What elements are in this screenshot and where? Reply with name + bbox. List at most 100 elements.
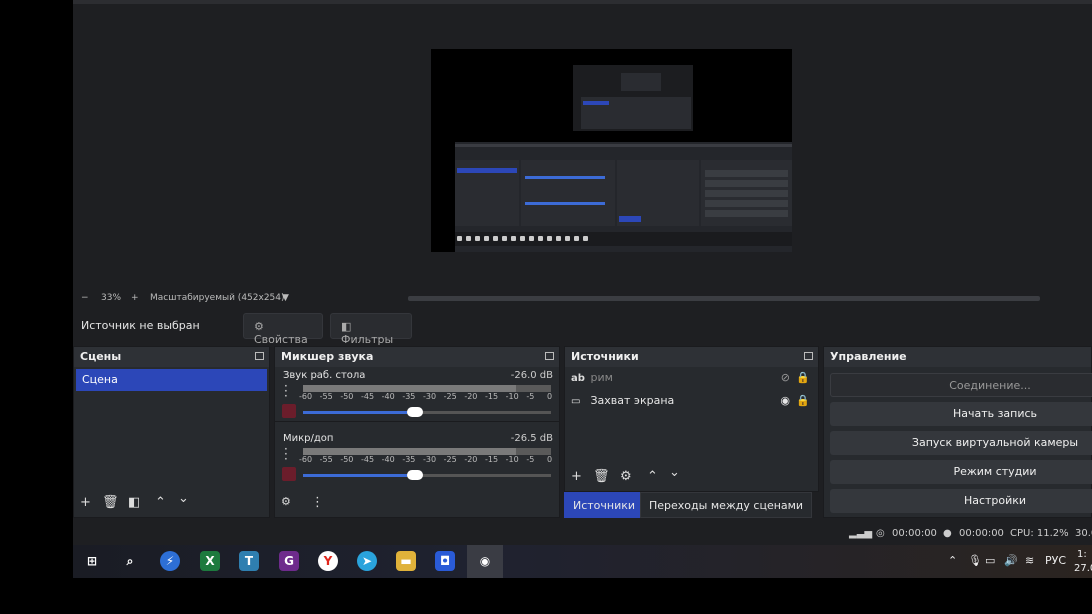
scale-tick: -60 [299,455,313,464]
volume-slider[interactable] [303,470,551,480]
windows-start-icon[interactable]: ⊞ [82,551,102,571]
stream-time: 00:00:00 [892,528,937,539]
volume-meter [303,385,551,392]
volume-meter [303,448,551,455]
dock-float-icon[interactable] [255,352,264,360]
microphone-icon[interactable]: 🎙 [968,554,982,567]
preview-scrollbar[interactable] [408,296,1040,301]
zoom-out-button[interactable]: − [81,293,89,303]
connect-button[interactable]: Соединение... [830,373,1092,397]
chevron-up-icon[interactable]: ⌃ [155,495,166,510]
scale-tick: -10 [505,455,519,464]
telegram-icon[interactable]: ➤ [357,551,377,571]
volume-icon[interactable]: 🔊 [1004,554,1018,567]
channel-menu-icon[interactable]: · · · [284,380,288,402]
settings-button[interactable]: Настройки [830,489,1092,513]
speaker-muted-icon[interactable] [282,467,296,481]
eye-off-icon[interactable]: ⊘ [781,371,790,384]
lock-icon[interactable]: 🔒 [796,371,810,384]
record-icon: ● [943,528,952,539]
start-recording-button[interactable]: Начать запись [830,402,1092,426]
mixer-menu-icon[interactable]: ⋮ [311,495,324,510]
scale-tick: -5 [526,392,535,401]
excel-icon[interactable]: X [200,551,220,571]
obs-window: − 33% + Масштабируемый (452x254) ▼ Источ… [73,0,1092,578]
studio-mode-button[interactable]: Режим студии [830,460,1092,484]
clock-date[interactable]: 27.0 [1074,563,1092,574]
filter-icon: ◧ [341,320,352,333]
add-source-icon[interactable]: + [571,469,582,484]
chevron-down-icon[interactable]: ⌄ [669,465,680,480]
preview-area[interactable] [73,0,1092,292]
scale-tick: -50 [340,392,354,401]
scene-filter-icon[interactable]: ◧ [128,495,140,510]
search-icon[interactable]: ⌕ [120,551,140,571]
fps-value: 30.0 [1075,528,1092,539]
zoom-in-button[interactable]: + [131,293,139,303]
nested-preview-top [573,65,693,131]
nested-preview [455,142,792,252]
mixer-channel-mic: Микр/доп -26.5 dB · · · -60 -55 -50 -45 -40 -35… [275,430,559,484]
tab-sources[interactable]: Источники [564,492,645,518]
scale-tick: -20 [464,392,478,401]
source-name: рим [590,371,613,384]
folder-icon[interactable]: ▬ [396,551,416,571]
scale-tick: -30 [423,455,437,464]
preview-canvas[interactable] [431,49,792,252]
controls-dock: Управление Соединение... Начать запись З… [823,346,1092,518]
trash-icon[interactable]: 🗑 [102,495,119,510]
zoom-bar: − 33% + Масштабируемый (452x254) ▼ [73,292,1092,306]
properties-button[interactable]: ⚙ Свойства [243,313,323,346]
start-virtual-camera-button[interactable]: Запуск виртуальной камеры [830,431,1092,455]
lock-icon[interactable]: 🔒 [796,394,810,407]
app-blue-icon[interactable]: ⚡ [160,551,180,571]
trash-icon[interactable]: 🗑 [593,469,610,484]
source-name: Захват экрана [590,394,675,407]
chevron-up-icon[interactable]: ⌃ [647,469,658,484]
scene-item[interactable]: Сцена [76,369,267,391]
app-square-icon[interactable]: ◘ [435,551,455,571]
clock-time[interactable]: 1: [1077,549,1087,560]
source-toolbar: Источник не выбран ⚙ Свойства ◧ Фильтры [73,310,1092,346]
channel-menu-icon[interactable]: · · · [284,443,288,465]
gear-icon[interactable]: ⚙ [620,469,632,484]
scale-tick: -45 [361,455,375,464]
speaker-muted-icon[interactable] [282,404,296,418]
sources-dock-title: Источники [565,347,818,367]
app-g-icon[interactable]: G [279,551,299,571]
scale-tick: -45 [361,392,375,401]
dock-float-icon[interactable] [804,352,813,360]
windows-taskbar: ⊞ ⌕ ⚡ X T G Y ➤ ▬ ◘ ◉ ⌃ 🎙 ▭ 🔊 ≋ РУС 1: 2… [73,545,1092,578]
obs-taskbar-icon[interactable]: ◉ [467,545,503,578]
source-item-text[interactable]: ab рим ⊘ 🔒 [565,367,818,390]
screen: − 33% + Масштабируемый (452x254) ▼ Источ… [0,0,1092,614]
filters-button[interactable]: ◧ Фильтры [330,313,412,346]
status-bar: ▂▃▅ ◎ 00:00:00 ● 00:00:00 CPU: 11.2% 30.… [73,523,1092,545]
eye-icon[interactable]: ◉ [780,394,790,407]
tray-chevron-icon[interactable]: ⌃ [948,554,957,567]
wifi-icon[interactable]: ≋ [1025,554,1034,567]
mixer-footer: ⚙ ⋮ [275,491,559,517]
scale-tick: -30 [423,392,437,401]
app-t-icon[interactable]: T [239,551,259,571]
signal-icon: ▂▃▅ [849,528,873,539]
source-item-screen[interactable]: ▭ Захват экрана ◉ 🔒 [565,390,818,413]
yandex-browser-icon[interactable]: Y [318,551,338,571]
add-scene-icon[interactable]: + [80,495,91,510]
scale-tick: -25 [443,392,457,401]
battery-icon[interactable]: ▭ [985,554,995,567]
tab-transitions[interactable]: Переходы между сценами [640,492,813,518]
scale-tick: -15 [485,455,499,464]
dock-float-icon[interactable] [545,352,554,360]
chevron-down-icon[interactable]: ⌄ [178,491,189,506]
mixer-channel-desktop: Звук раб. стола -26.0 dB · · · -60 -55 -50 -4… [275,367,559,421]
scale-mode-dropdown-icon[interactable]: ▼ [282,293,289,303]
advanced-audio-icon[interactable]: ⚙ [281,495,291,508]
volume-slider[interactable] [303,407,551,417]
monitor-icon: ▭ [571,396,581,407]
scale-tick: -55 [319,392,333,401]
language-indicator[interactable]: РУС [1045,554,1066,567]
channel-db: -26.0 dB [510,370,553,381]
zoom-value: 33% [101,293,122,303]
scale-tick: -40 [381,392,395,401]
